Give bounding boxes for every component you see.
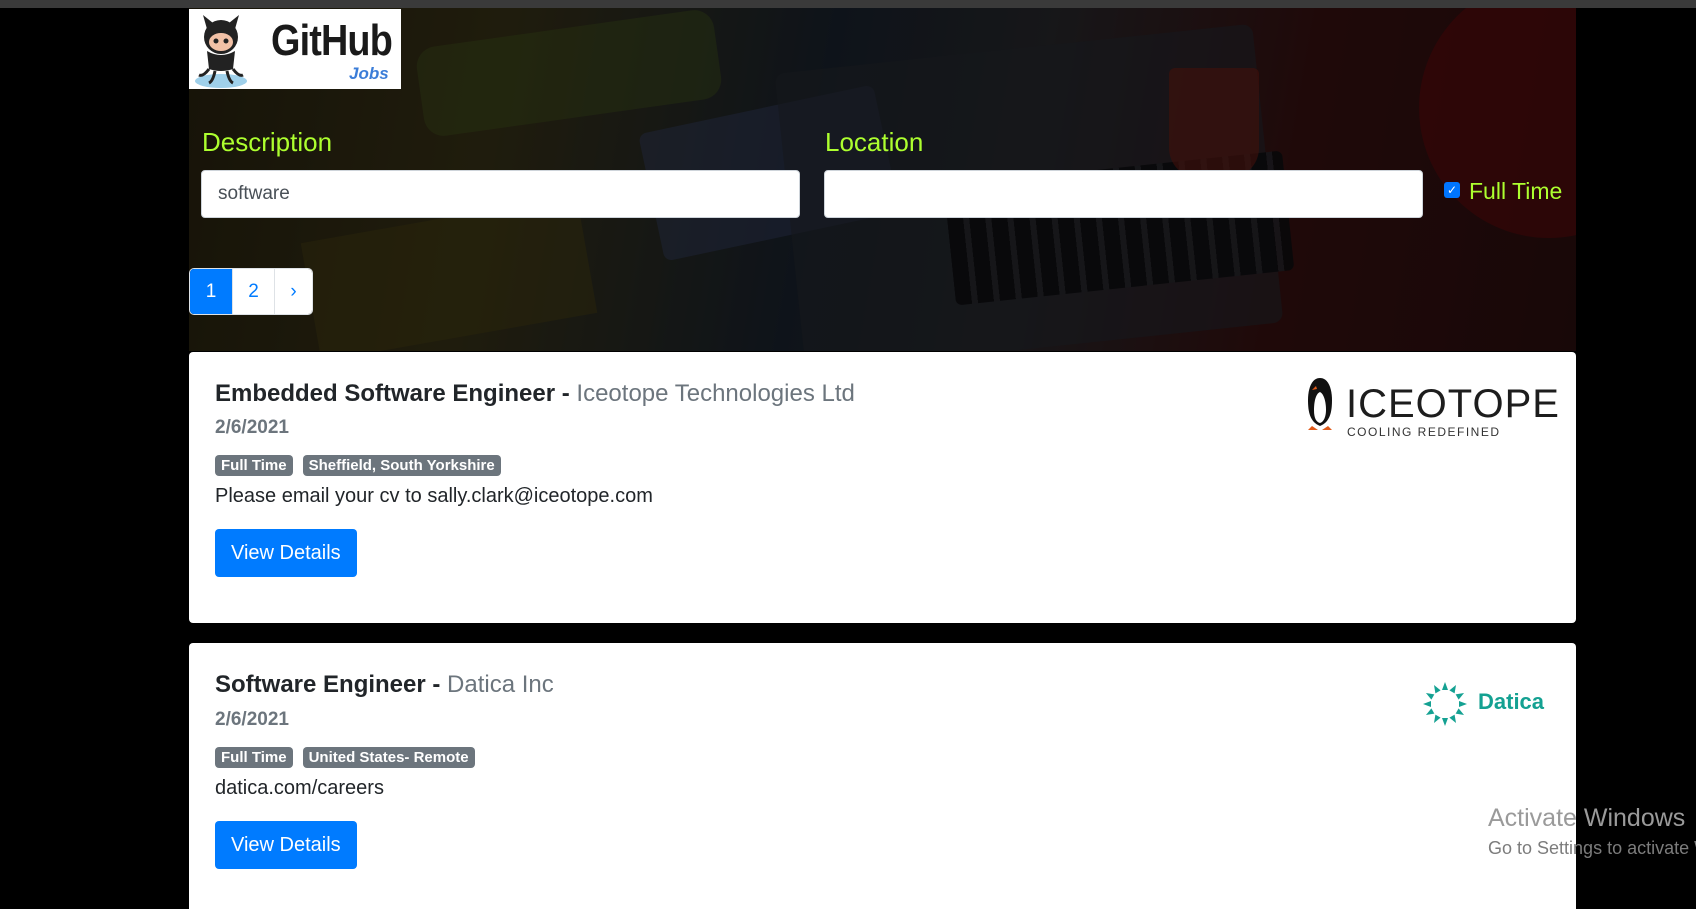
company-logo: ICEOTOPE COOLING REDEFINED — [1302, 376, 1560, 439]
browser-top-edge — [0, 0, 1696, 8]
page-1-button[interactable]: 1 — [190, 269, 232, 314]
pagination: 1 2 › — [189, 268, 313, 315]
next-page-button[interactable]: › — [274, 269, 312, 314]
company-logo-tagline: COOLING REDEFINED — [1347, 425, 1501, 439]
job-badges: Full Time United States- Remote — [215, 747, 475, 768]
job-location-badge: United States- Remote — [302, 747, 475, 768]
job-location-badge: Sheffield, South Yorkshire — [302, 455, 501, 476]
company-name: Datica Inc — [447, 671, 554, 698]
view-details-button[interactable]: View Details — [215, 821, 357, 869]
description-input[interactable]: software — [201, 170, 800, 218]
job-title-text: Software Engineer — [215, 671, 426, 698]
job-card: Software Engineer - Datica Inc 2/6/2021 … — [189, 643, 1576, 909]
company-logo: Datica — [1420, 677, 1550, 729]
job-title: Software Engineer - Datica Inc — [215, 673, 554, 697]
watermark-subtitle: Go to Settings to activate Windows. — [1488, 838, 1696, 858]
description-label: Description — [202, 127, 333, 157]
github-jobs-logo: GitHub Jobs — [189, 9, 401, 89]
job-date: 2/6/2021 — [215, 417, 289, 438]
logo-sub-text: Jobs — [349, 64, 389, 83]
full-time-label[interactable]: Full Time — [1469, 180, 1562, 203]
spiral-icon — [1423, 682, 1467, 726]
title-separator: - — [555, 380, 577, 407]
location-label: Location — [825, 127, 924, 157]
job-title-text: Embedded Software Engineer — [215, 380, 556, 407]
job-date: 2/6/2021 — [215, 709, 289, 730]
page-2-button[interactable]: 2 — [232, 269, 274, 314]
title-separator: - — [425, 671, 448, 698]
company-logo-name: Datica — [1478, 689, 1545, 714]
watermark-title: Activate Windows — [1488, 804, 1686, 832]
job-card: Embedded Software Engineer - Iceotope Te… — [189, 352, 1576, 623]
job-type-badge: Full Time — [215, 455, 293, 476]
company-name: Iceotope Technologies Ltd — [576, 380, 855, 407]
full-time-checkbox[interactable]: ✓ — [1444, 182, 1460, 198]
location-input[interactable] — [824, 170, 1423, 218]
activate-windows-watermark: Activate Windows Go to Settings to activ… — [1488, 804, 1696, 858]
job-description: datica.com/careers — [215, 777, 384, 799]
job-type-badge: Full Time — [215, 747, 293, 768]
view-details-button[interactable]: View Details — [215, 529, 357, 577]
job-title: Embedded Software Engineer - Iceotope Te… — [215, 382, 855, 406]
job-description: Please email your cv to sally.clark@iceo… — [215, 485, 653, 507]
penguin-icon — [1308, 378, 1332, 430]
logo-brand-text: GitHub — [271, 16, 393, 65]
octocat-icon — [195, 15, 247, 88]
company-logo-name: ICEOTOPE — [1346, 382, 1560, 426]
job-badges: Full Time Sheffield, South Yorkshire — [215, 455, 501, 476]
